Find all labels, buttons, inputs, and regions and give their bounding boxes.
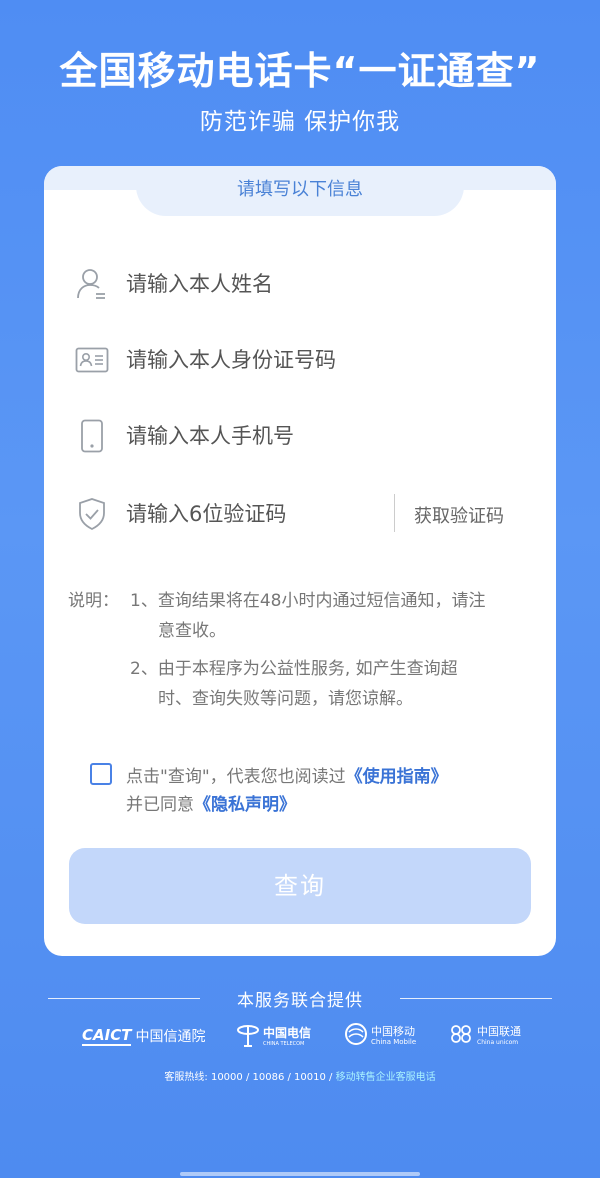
id-card-icon (74, 342, 110, 378)
unicom-knot-icon (448, 1022, 474, 1050)
code-field[interactable] (74, 494, 384, 534)
name-field[interactable] (74, 264, 526, 304)
caict-logo: CAICT 中国信通院 (82, 1026, 206, 1046)
hotline-numbers: 客服热线: 10000 / 10086 / 10010 / (164, 1072, 336, 1083)
provider-title: 本服务联合提供 (237, 991, 363, 1011)
agreement-line-2: 并已同意《隐私声明》 (126, 790, 296, 815)
notes-label: 说明： (68, 591, 119, 611)
note-item-1-line-2: 意查收。 (158, 621, 226, 641)
mvno-hotline-link[interactable]: 移动转售企业客服电话 (336, 1072, 436, 1083)
china-unicom-logo: 中国联通 China unicom (448, 1022, 521, 1050)
phone-field[interactable] (74, 416, 526, 456)
name-input[interactable] (126, 272, 386, 296)
home-indicator (180, 1172, 420, 1176)
note-item-2-line-1: 2、由于本程序为公益性服务, 如产生查询超 (130, 659, 458, 679)
note-item-2-line-2: 时、查询失败等问题，请您谅解。 (158, 689, 413, 709)
query-button[interactable]: 查询 (69, 848, 531, 924)
china-telecom-logo: 中国电信 CHINA TELECOM (236, 1022, 311, 1052)
mobile-icon (344, 1022, 368, 1050)
hotline-text: 客服热线: 10000 / 10086 / 10010 / 移动转售企业客服电话 (0, 1068, 600, 1083)
telecom-icon (236, 1022, 260, 1052)
code-input[interactable] (126, 502, 326, 526)
user-icon (74, 266, 110, 302)
privacy-link[interactable]: 《隐私声明》 (194, 795, 296, 815)
shield-check-icon (74, 496, 110, 532)
form-card: 请填写以下信息 请输入本人姓名 请输入本人身份证号码 请输入本人手机号 请输入6… (44, 166, 556, 956)
phone-icon (74, 418, 110, 454)
agreement-text-2: 并已同意 (126, 795, 194, 815)
id-field[interactable] (74, 340, 526, 380)
provider-logos: CAICT 中国信通院 中国电信 CHINA TELECOM 中国移动 Chin… (60, 1022, 540, 1052)
agreement-text-1: 点击"查询"，代表您也阅读过 (126, 767, 346, 787)
phone-input[interactable] (126, 424, 386, 448)
form-section-title: 请填写以下信息 (136, 166, 464, 216)
china-mobile-logo: 中国移动 China Mobile (344, 1022, 416, 1050)
page-title: 全国移动电话卡“一证通查” (59, 49, 541, 93)
usage-guide-link[interactable]: 《使用指南》 (346, 767, 448, 787)
get-code-button[interactable]: 获取验证码 (414, 502, 504, 528)
note-item-1-line-1: 1、查询结果将在48小时内通过短信通知，请注 (130, 591, 486, 611)
page-subtitle: 防范诈骗 保护你我 (199, 109, 401, 135)
id-number-input[interactable] (126, 348, 386, 372)
agree-checkbox[interactable] (90, 763, 112, 785)
code-divider (394, 494, 395, 532)
agreement-line-1: 点击"查询"，代表您也阅读过《使用指南》 (126, 762, 448, 787)
